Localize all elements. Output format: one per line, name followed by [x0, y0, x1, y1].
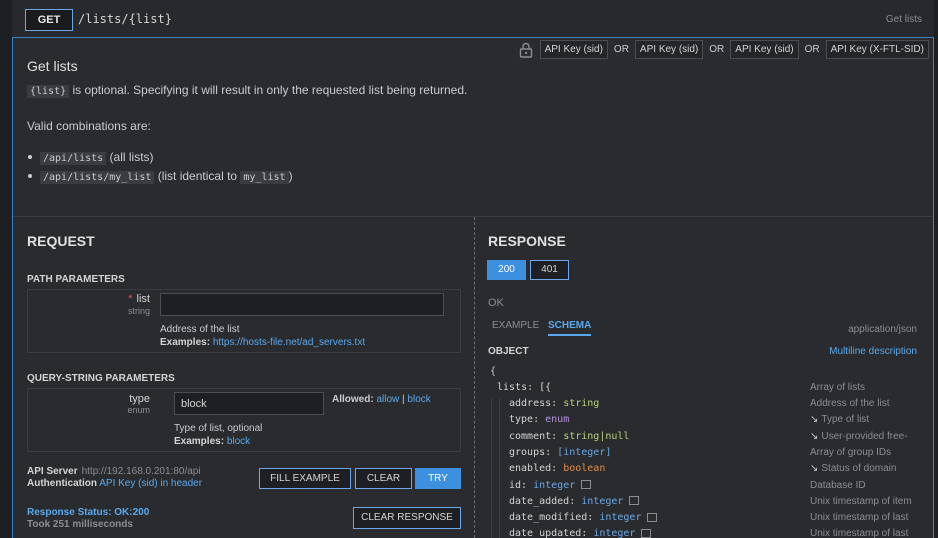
description-text: is optional. Specifying it will result i…: [69, 83, 468, 97]
method-badge: GET: [25, 9, 73, 31]
schema-field-description: Database ID: [810, 479, 866, 491]
description-line-1: {list} is optional. Specifying it will r…: [27, 83, 468, 98]
schema-field-type: boolean: [563, 463, 606, 475]
tab-example[interactable]: EXAMPLE: [492, 320, 539, 331]
schema-row[interactable]: date_modified: integer Unix timestamp of …: [13, 512, 935, 528]
bullet-text: ): [288, 169, 293, 183]
schema-field-type: string|null: [563, 430, 630, 442]
auth-requirements: API Key (sid) OR API Key (sid) OR API Ke…: [519, 40, 929, 59]
required-marker: *: [128, 293, 133, 305]
response-code-200[interactable]: 200: [487, 260, 526, 280]
schema-field-description: Unix timestamp of item: [810, 495, 912, 507]
divider: [13, 216, 933, 217]
inline-code: /api/lists: [40, 152, 107, 165]
arrow-down-right-icon: ↘: [810, 430, 819, 442]
schema-field-description: Array of group IDs: [810, 446, 892, 458]
auth-api-key-4: API Key (X-FTL-SID): [825, 40, 929, 59]
bullet-text: (list identical to: [154, 169, 241, 183]
schema-field-description: Address of the list: [810, 398, 890, 409]
schema-field-description: Unix timestamp of last: [810, 528, 909, 538]
expand-box-icon[interactable]: [647, 512, 658, 522]
schema-field-type: integer: [581, 495, 624, 507]
operation-title: Get lists: [27, 58, 78, 74]
schema-field: address: string: [509, 398, 600, 409]
schema-object-label: OBJECT: [488, 346, 529, 357]
schema-row[interactable]: groups: [integer] Array of group IDs: [13, 447, 935, 463]
auth-api-key-3: API Key (sid): [730, 40, 799, 59]
operation-body: API Key (sid) OR API Key (sid) OR API Ke…: [12, 38, 934, 538]
arrow-down-right-icon: ↘: [810, 463, 819, 475]
multiline-description-toggle[interactable]: Multiline description: [829, 346, 917, 357]
schema-field: date_updated: integer: [509, 528, 652, 538]
schema-field: date_modified: integer: [509, 512, 658, 524]
description-line-2: Valid combinations are:: [27, 119, 151, 133]
path-param-box: * list string Address of the list Example…: [27, 289, 461, 353]
arrow-down-right-icon: ↘: [810, 414, 819, 426]
param-examples: Examples: https://hosts-file.net/ad_serv…: [160, 337, 366, 348]
schema-open-brace: {: [490, 366, 497, 377]
schema-field-description: ↘ User-provided free-: [810, 430, 908, 442]
schema-row[interactable]: id: integer Database ID: [13, 480, 935, 496]
response-status-text: OK: [488, 297, 504, 309]
schema-row[interactable]: date_added: integer Unix timestamp of ite…: [13, 496, 935, 512]
schema-row[interactable]: comment: string|null ↘ User-provided free-: [13, 431, 935, 447]
expand-box-icon[interactable]: [581, 480, 592, 489]
lock-icon: [519, 42, 532, 58]
param-name: * list: [128, 293, 150, 305]
schema-field-description: ↘ Type of list: [810, 414, 870, 426]
schema-field-type: string: [563, 398, 600, 409]
content-type: application/json: [848, 324, 917, 335]
schema-field-type: integer: [599, 512, 642, 524]
response-code-401[interactable]: 401: [530, 260, 569, 280]
schema-field: type: enum: [509, 414, 570, 426]
request-title: REQUEST: [27, 233, 95, 249]
auth-api-key-1: API Key (sid): [539, 40, 608, 59]
param-description: Address of the list: [160, 324, 240, 335]
tab-schema[interactable]: SCHEMA: [548, 320, 592, 336]
auth-api-key-2: API Key (sid): [634, 40, 704, 59]
example-link[interactable]: https://hosts-file.net/ad_servers.txt: [213, 337, 365, 348]
expand-box-icon[interactable]: [641, 528, 652, 538]
schema-field: enabled: boolean: [509, 463, 606, 475]
list-input[interactable]: [160, 293, 444, 316]
schema-field-description: Array of lists: [810, 382, 866, 393]
auth-or: OR: [709, 44, 725, 55]
schema-field-type: integer: [533, 479, 576, 491]
inline-code: {list}: [27, 85, 70, 98]
schema-field: comment: string|null: [509, 430, 630, 442]
inline-code: /api/lists/my_list: [40, 171, 155, 184]
inline-code: my_list: [240, 171, 289, 184]
schema-field-type: integer: [593, 528, 636, 538]
list-item: /api/lists (all lists): [28, 150, 154, 165]
list-item: /api/lists/my_list (list identical to my…: [28, 169, 293, 184]
schema-field-type: enum: [545, 414, 570, 426]
auth-or: OR: [804, 44, 820, 55]
schema-field: date_added: integer: [509, 495, 640, 507]
schema-row-lists[interactable]: lists: [{ Array of lists: [13, 382, 935, 398]
schema-row[interactable]: enabled: boolean ↘ Status of domain: [13, 463, 935, 479]
expand-box-icon[interactable]: [629, 496, 640, 506]
param-type: string: [127, 306, 150, 316]
operation-summary-tag: Get lists: [885, 14, 922, 25]
schema-row[interactable]: address: string Address of the list: [13, 398, 935, 414]
schema-row[interactable]: date_updated: integer Unix timestamp of l…: [13, 528, 935, 538]
schema-row[interactable]: type: enum ↘ Type of list: [13, 414, 935, 430]
operation-header[interactable]: GET /lists/{list} Get lists: [12, 0, 934, 38]
schema-field: groups: [integer]: [509, 446, 612, 458]
response-title: RESPONSE: [488, 233, 566, 249]
auth-or: OR: [613, 44, 629, 55]
bullet-text: (all lists): [106, 150, 154, 164]
schema-field-description: ↘ Status of domain: [810, 463, 897, 475]
path-params-title: PATH PARAMETERS: [27, 274, 125, 285]
endpoint-path: /lists/{list}: [78, 12, 172, 26]
schema-field-type: [integer]: [557, 446, 612, 458]
schema-field-description: Unix timestamp of last: [810, 512, 909, 524]
schema-field: id: integer: [509, 479, 592, 491]
